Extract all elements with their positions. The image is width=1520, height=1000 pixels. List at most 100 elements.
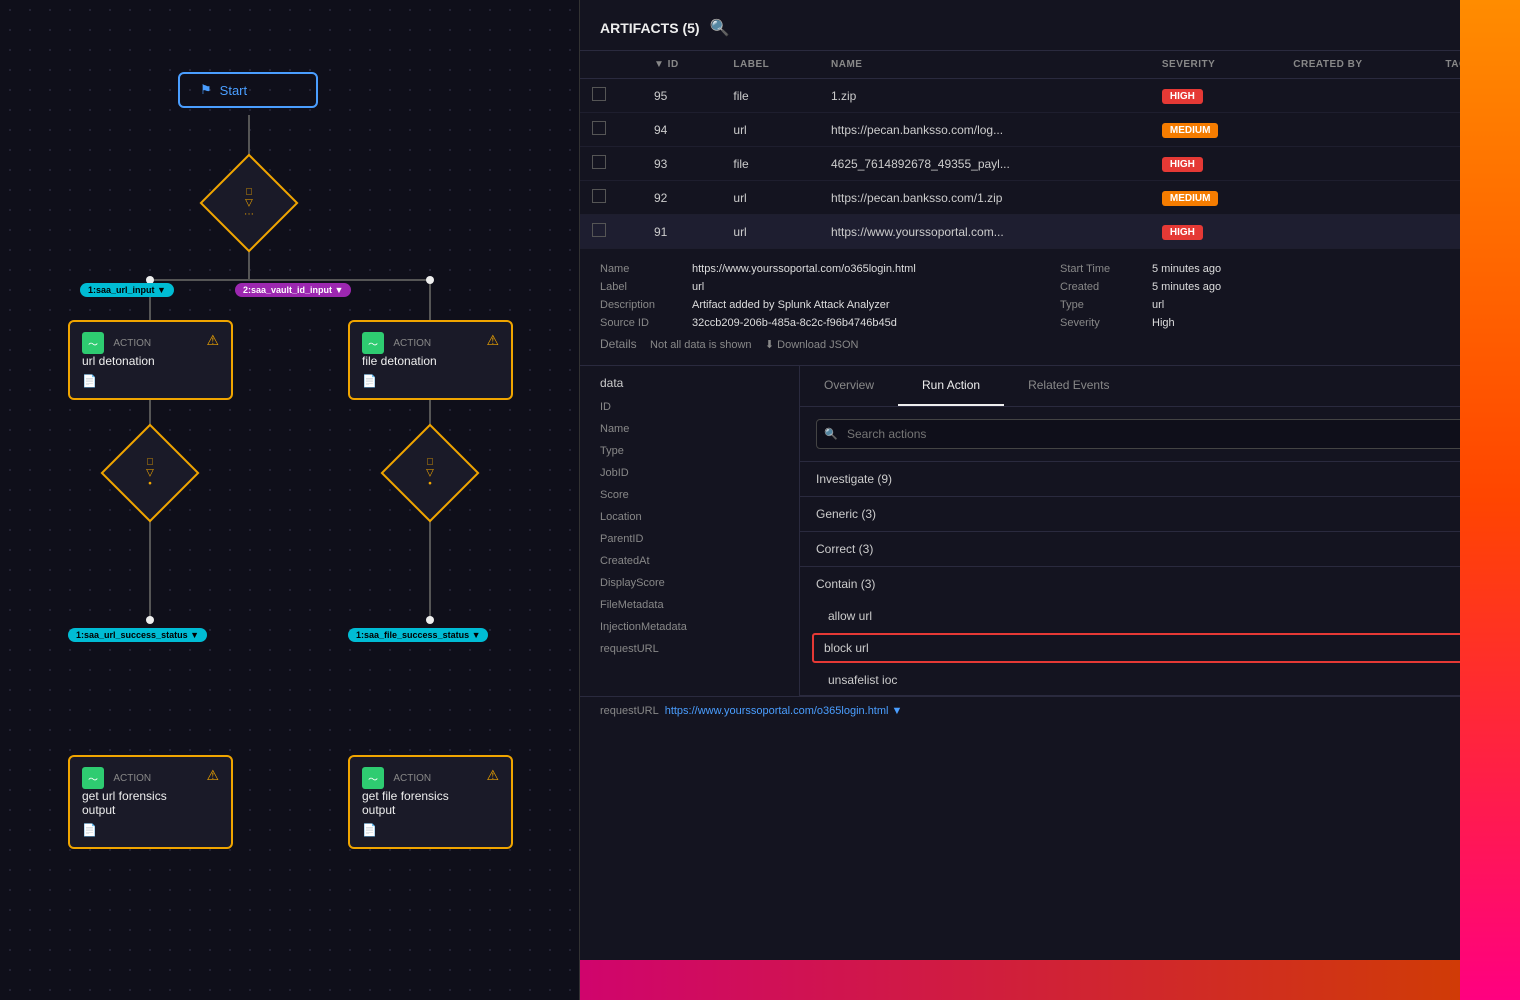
data-field-label: CreatedAt (600, 550, 779, 572)
col-severity: SEVERITY (1150, 51, 1281, 79)
tab-related-events[interactable]: Related Events (1004, 366, 1133, 406)
url-bar-value[interactable]: https://www.yourssoportal.com/o365login.… (665, 705, 903, 717)
action-group-3: Contain (3)∧allow urlblock urlunsafelist… (800, 567, 1520, 696)
table-row[interactable]: 92 url https://pecan.banksso.com/1.zip M… (580, 181, 1520, 215)
col-id[interactable]: ▼ ID (642, 51, 721, 79)
data-field-label: ID (600, 396, 779, 418)
row-checkbox[interactable] (580, 113, 642, 147)
filter3-symbol: ▽ (426, 468, 434, 479)
group-name: Investigate (9) (816, 472, 892, 486)
data-field-label: InjectionMetadata (600, 616, 779, 638)
row-created-by (1281, 215, 1433, 249)
row-checkbox[interactable] (580, 79, 642, 113)
start-time-value: 5 minutes ago (1152, 263, 1221, 275)
table-header-row: ▼ ID LABEL NAME SEVERITY CREATED BY TAGS (580, 51, 1520, 79)
row-id: 95 (642, 79, 721, 113)
url-forensics-header: 〜 ACTION ⚠ (82, 767, 219, 789)
file-forensics-node[interactable]: 〜 ACTION ⚠ get file forensicsoutput 📄 (348, 755, 513, 849)
row-created-by (1281, 79, 1433, 113)
row-severity: MEDIUM (1150, 113, 1281, 147)
row-name: https://pecan.banksso.com/log... (819, 113, 1150, 147)
action-item-3-0[interactable]: allow url (800, 601, 1520, 631)
group-name: Correct (3) (816, 542, 873, 556)
action-group-header-1[interactable]: Generic (3)∨ (800, 497, 1520, 531)
severity-value: High (1152, 317, 1175, 329)
table-row[interactable]: 91 url https://www.yourssoportal.com... … (580, 215, 1520, 249)
url-bar-label: requestURL (600, 705, 659, 717)
details-section: Details Not all data is shown ⬇ Download… (600, 337, 1500, 351)
action-group-0: Investigate (9)∨ (800, 462, 1520, 497)
not-all-data: Not all data is shown (650, 339, 752, 351)
type-value: url (1152, 299, 1164, 311)
file-forensics-warning: ⚠ (486, 767, 499, 784)
row-created-by (1281, 147, 1433, 181)
download-json-link[interactable]: ⬇ Download JSON (765, 339, 859, 351)
created-value: 5 minutes ago (1152, 281, 1221, 293)
artifacts-title: ARTIFACTS (5) (600, 20, 700, 36)
row-checkbox[interactable] (580, 215, 642, 249)
filter-diamond-3: □ ▽ • (395, 438, 465, 508)
file-detonation-node[interactable]: 〜 ACTION ⚠ file detonation 📄 (348, 320, 513, 400)
row-severity: MEDIUM (1150, 181, 1281, 215)
url-detonation-node[interactable]: 〜 ACTION ⚠ url detonation 📄 (68, 320, 233, 400)
row-checkbox[interactable] (580, 181, 642, 215)
run-action-panel: Overview Run Action Related Events Inves… (800, 366, 1520, 696)
row-name: 4625_7614892678_49355_payl... (819, 147, 1150, 181)
source-id-label: Source ID (600, 317, 680, 329)
action-group-header-2[interactable]: Correct (3)∨ (800, 532, 1520, 566)
row-id: 91 (642, 215, 721, 249)
tab-overview[interactable]: Overview (800, 366, 898, 406)
url-forensics-node[interactable]: 〜 ACTION ⚠ get url forensicsoutput 📄 (68, 755, 233, 849)
table-row[interactable]: 93 file 4625_7614892678_49355_payl... HI… (580, 147, 1520, 181)
artifacts-header: ARTIFACTS (5) 🔍 (580, 0, 1520, 51)
data-field-label: Name (600, 418, 779, 440)
details-title: Details (600, 337, 637, 351)
search-actions-input[interactable] (816, 419, 1504, 449)
url-detonation-icon: 〜 (82, 332, 104, 354)
group-name: Contain (3) (816, 577, 875, 591)
group-name: Generic (3) (816, 507, 876, 521)
detail-created-row: Created 5 minutes ago (1060, 281, 1500, 293)
label-value: url (692, 281, 704, 293)
action-group-header-3[interactable]: Contain (3)∧ (800, 567, 1520, 601)
label-label: Label (600, 281, 680, 293)
url-forensics-icon: 〜 (82, 767, 104, 789)
data-field-label: requestURL (600, 638, 779, 660)
canvas-panel: ⚑ Start □ ▽ ··· 1:saa_url_input ▼ 2:saa_… (0, 0, 580, 1000)
row-name: 1.zip (819, 79, 1150, 113)
file-forensics-doc: 📄 (362, 823, 499, 837)
action-item-3-1[interactable]: block url (812, 633, 1508, 663)
action-group-header-0[interactable]: Investigate (9)∨ (800, 462, 1520, 496)
start-node[interactable]: ⚑ Start (178, 72, 318, 108)
created-label: Created (1060, 281, 1140, 293)
detail-label-row: Label url (600, 281, 1040, 293)
url-success-status-badge: 1:saa_url_success_status ▼ (68, 628, 207, 642)
col-checkbox (580, 51, 642, 79)
action-groups-list: Investigate (9)∨Generic (3)∨Correct (3)∨… (800, 462, 1520, 696)
start-time-label: Start Time (1060, 263, 1140, 275)
filter3-dot: • (428, 479, 432, 490)
url-detonation-label: 〜 ACTION ⚠ (82, 332, 219, 354)
description-label: Description (600, 299, 680, 311)
row-checkbox[interactable] (580, 147, 642, 181)
start-label: Start (220, 83, 247, 98)
workflow-connectors (0, 0, 580, 1000)
data-field-label: Score (600, 484, 779, 506)
col-created-by: CREATED BY (1281, 51, 1433, 79)
table-row[interactable]: 95 file 1.zip HIGH (580, 79, 1520, 113)
filter1-symbol: ▽ (245, 198, 253, 209)
tab-run-action[interactable]: Run Action (898, 366, 1004, 406)
row-severity: HIGH (1150, 79, 1281, 113)
url-detonation-warning: ⚠ (206, 332, 219, 349)
row-id: 94 (642, 113, 721, 147)
action-item-3-2[interactable]: unsafelist ioc (800, 665, 1520, 695)
data-field-label: Location (600, 506, 779, 528)
row-label: file (721, 79, 819, 113)
artifacts-panel: ARTIFACTS (5) 🔍 ▼ ID LABEL NAME SEVERITY… (580, 0, 1520, 1000)
table-row[interactable]: 94 url https://pecan.banksso.com/log... … (580, 113, 1520, 147)
artifacts-search-icon[interactable]: 🔍 (710, 18, 730, 38)
row-severity: HIGH (1150, 215, 1281, 249)
file-forensics-title: get file forensicsoutput (362, 789, 499, 817)
filter-diamond-2: □ ▽ • (115, 438, 185, 508)
description-value: Artifact added by Splunk Attack Analyzer (692, 299, 890, 311)
